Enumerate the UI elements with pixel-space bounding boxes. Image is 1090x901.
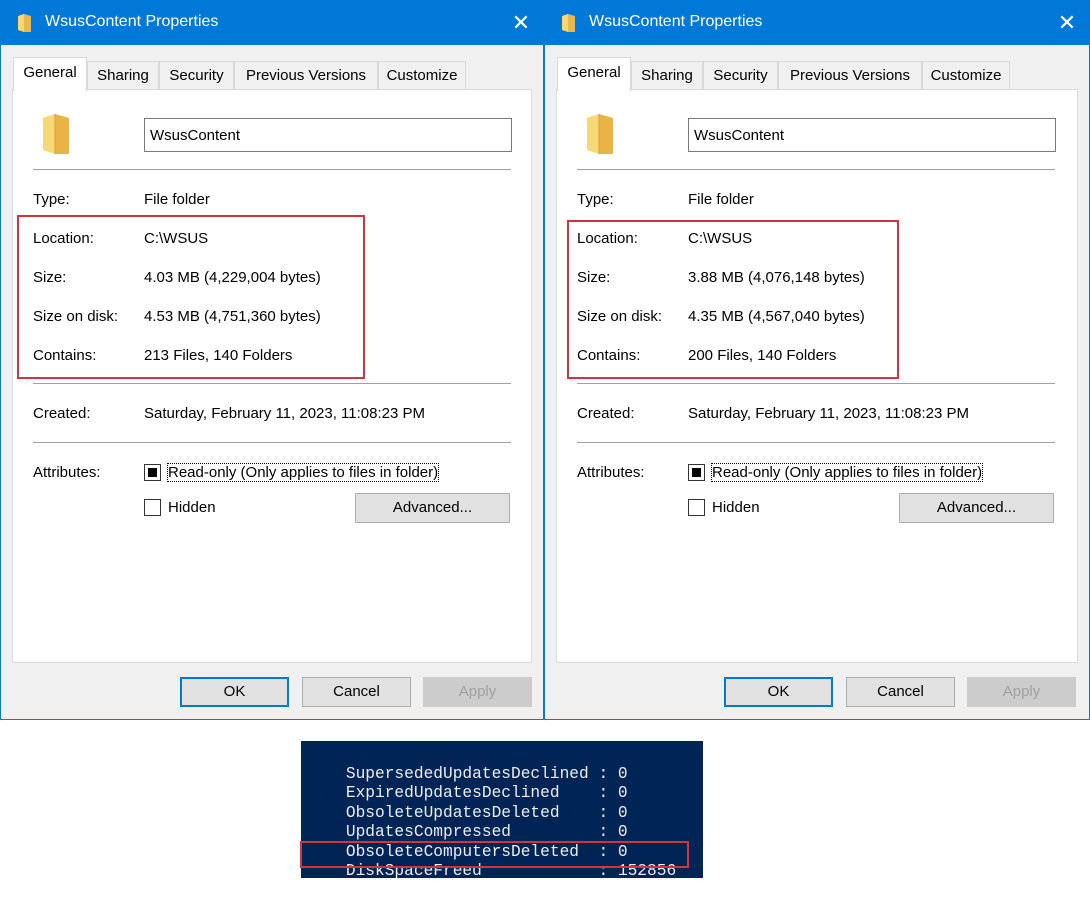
separator [33,383,511,384]
tab-previous-versions[interactable]: Previous Versions [234,61,378,89]
size-on-disk-label: Size on disk: [33,308,118,325]
hidden-checkbox[interactable] [688,499,705,516]
window-title: WsusContent Properties [45,13,218,31]
general-tab-panel: Type: File folder Location: C:\WSUS Size… [12,89,532,663]
cancel-button[interactable]: Cancel [846,677,955,707]
created-label: Created: [33,405,91,422]
folder-name-input[interactable] [144,118,512,152]
advanced-button[interactable]: Advanced... [355,493,510,523]
separator [33,169,511,170]
general-tab-panel: Type: File folder Location: C:\WSUS Size… [556,89,1078,663]
location-value: C:\WSUS [688,230,752,247]
created-value: Saturday, February 11, 2023, 11:08:23 PM [688,405,969,422]
tab-sharing[interactable]: Sharing [631,61,703,89]
tab-general[interactable]: General [13,57,87,91]
separator [33,442,511,443]
tab-general[interactable]: General [557,57,631,91]
close-button[interactable]: ✕ [505,5,537,41]
tab-previous-versions[interactable]: Previous Versions [778,61,922,89]
size-label: Size: [33,269,66,286]
ok-button[interactable]: OK [724,677,833,707]
contains-label: Contains: [577,347,640,364]
tab-security[interactable]: Security [159,61,234,89]
close-button[interactable]: ✕ [1051,5,1083,41]
size-value: 3.88 MB (4,076,148 bytes) [688,269,865,286]
contains-label: Contains: [33,347,96,364]
tab-customize[interactable]: Customize [378,61,466,89]
created-label: Created: [577,405,635,422]
folder-icon [585,112,617,156]
readonly-checkbox[interactable] [144,464,161,481]
window-title: WsusContent Properties [589,13,762,31]
type-value: File folder [688,191,754,208]
hidden-checkbox[interactable] [144,499,161,516]
separator [577,442,1055,443]
contains-value: 200 Files, 140 Folders [688,347,836,364]
location-value: C:\WSUS [144,230,208,247]
cancel-button[interactable]: Cancel [302,677,411,707]
ok-button[interactable]: OK [180,677,289,707]
readonly-label[interactable]: Read-only (Only applies to files in fold… [712,464,982,481]
hidden-label[interactable]: Hidden [712,499,760,516]
type-label: Type: [33,191,70,208]
contains-value: 213 Files, 140 Folders [144,347,292,364]
type-value: File folder [144,191,210,208]
separator [577,383,1055,384]
folder-icon [561,13,579,33]
hidden-label[interactable]: Hidden [168,499,216,516]
properties-dialog-before: WsusContent Properties ✕ General Sharing… [0,0,544,720]
created-value: Saturday, February 11, 2023, 11:08:23 PM [144,405,425,422]
powershell-output: SupersededUpdatesDeclined : 0 ExpiredUpd… [301,741,703,878]
location-label: Location: [577,230,638,247]
readonly-label[interactable]: Read-only (Only applies to files in fold… [168,464,438,481]
advanced-button[interactable]: Advanced... [899,493,1054,523]
type-label: Type: [577,191,614,208]
title-bar[interactable]: WsusContent Properties ✕ [545,1,1089,45]
size-on-disk-label: Size on disk: [577,308,662,325]
apply-button[interactable]: Apply [967,677,1076,707]
attributes-label: Attributes: [577,464,645,481]
size-value: 4.03 MB (4,229,004 bytes) [144,269,321,286]
tab-customize[interactable]: Customize [922,61,1010,89]
readonly-checkbox[interactable] [688,464,705,481]
size-on-disk-value: 4.35 MB (4,567,040 bytes) [688,308,865,325]
separator [577,169,1055,170]
highlight-box [300,841,689,868]
size-label: Size: [577,269,610,286]
folder-name-input[interactable] [688,118,1056,152]
tab-security[interactable]: Security [703,61,778,89]
folder-icon [41,112,73,156]
apply-button[interactable]: Apply [423,677,532,707]
tab-sharing[interactable]: Sharing [87,61,159,89]
folder-icon [17,13,35,33]
title-bar[interactable]: WsusContent Properties ✕ [1,1,543,45]
location-label: Location: [33,230,94,247]
size-on-disk-value: 4.53 MB (4,751,360 bytes) [144,308,321,325]
attributes-label: Attributes: [33,464,101,481]
properties-dialog-after: WsusContent Properties ✕ General Sharing… [544,0,1090,720]
